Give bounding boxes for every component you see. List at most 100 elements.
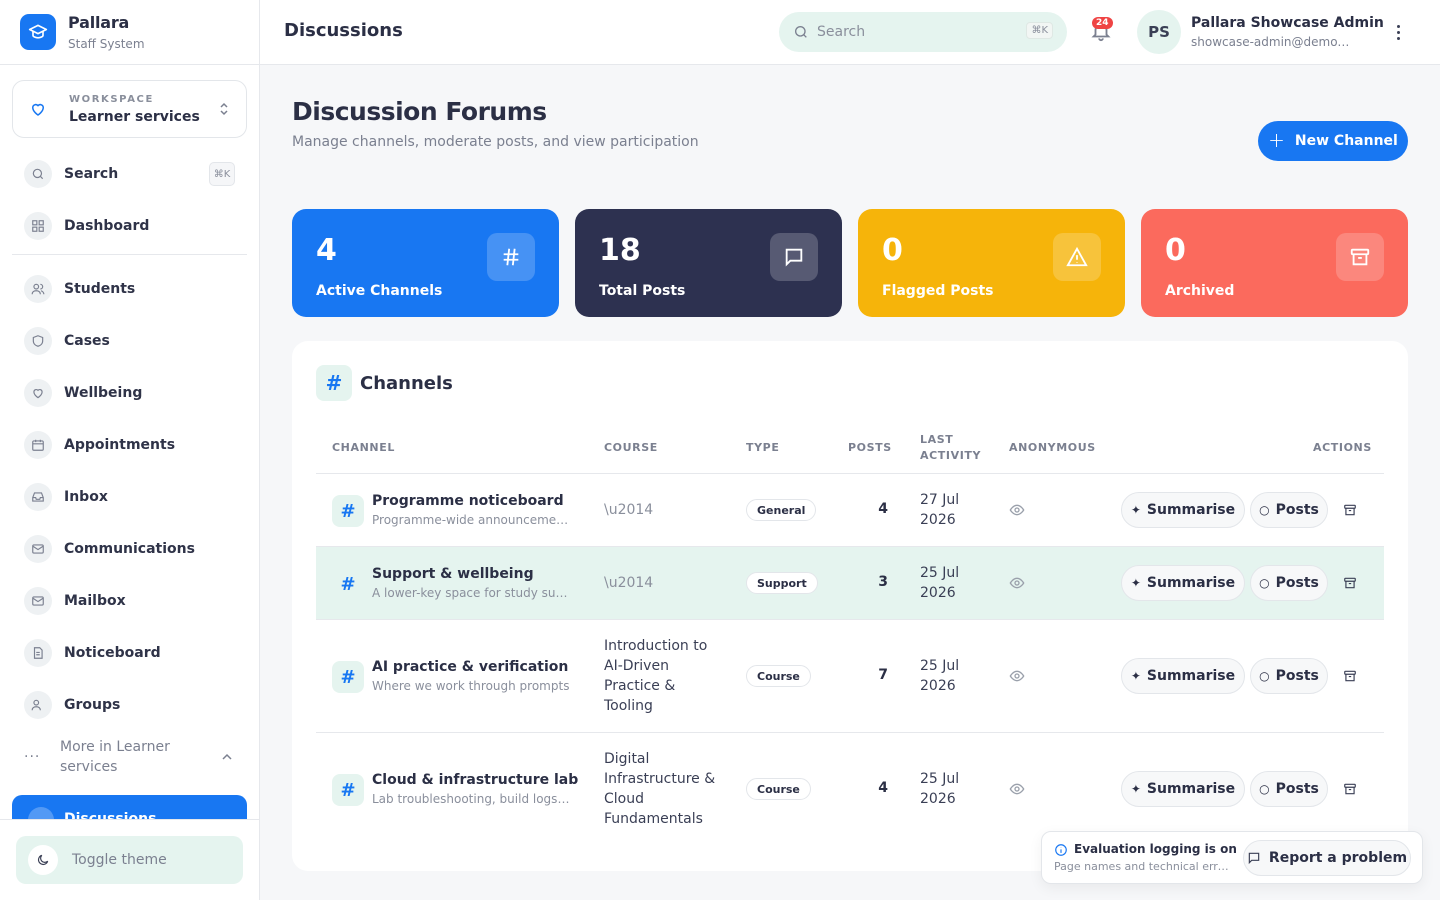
posts-label: Posts xyxy=(1275,781,1319,797)
table-row[interactable]: # Support & wellbeing A lower-key space … xyxy=(316,547,1384,620)
more-icon: ··· xyxy=(24,749,41,765)
archive-icon xyxy=(1336,233,1384,281)
summarise-button[interactable]: ✦ Summarise xyxy=(1121,658,1245,694)
last-activity: 25 Jul 2026 xyxy=(920,656,980,696)
section-title: Discussion Forums xyxy=(292,97,547,126)
sidebar-item-discussions[interactable]: Discussions xyxy=(12,795,247,819)
table-row[interactable]: # AI practice & verification Where we wo… xyxy=(316,620,1384,733)
sidebar-more-toggle[interactable]: ··· More in Learner services xyxy=(12,731,247,783)
column-header-posts: POSTS xyxy=(848,441,892,454)
channel-name[interactable]: Programme noticeboard xyxy=(372,493,564,509)
channel-name[interactable]: AI practice & verification xyxy=(372,659,568,675)
channel-course: Digital Infrastructure & Cloud Fundament… xyxy=(604,751,716,827)
posts-count: 4 xyxy=(878,780,888,796)
sidebar-item-search[interactable]: Search ⌘K xyxy=(12,148,247,200)
stat-value: 0 xyxy=(882,233,903,268)
info-icon xyxy=(1055,844,1067,856)
mail-icon xyxy=(24,587,52,615)
stat-label: Flagged Posts xyxy=(882,283,994,299)
hash-icon: # xyxy=(332,774,364,806)
topbar: Discussions Search ⌘K 24 PS Pallara Show… xyxy=(260,0,1440,65)
summarise-button[interactable]: ✦ Summarise xyxy=(1121,771,1245,807)
table-row[interactable]: # Programme noticeboard Programme-wide a… xyxy=(316,474,1384,547)
summarise-label: Summarise xyxy=(1146,502,1236,518)
notice-title: Evaluation logging is on xyxy=(1074,842,1237,856)
grid-icon xyxy=(24,212,52,240)
sidebar-item-label: Cases xyxy=(64,333,110,349)
stat-card-flagged-posts: 0 Flagged Posts xyxy=(858,209,1125,317)
summarise-button[interactable]: ✦ Summarise xyxy=(1121,492,1245,528)
sidebar-item-wellbeing[interactable]: Wellbeing xyxy=(12,367,247,419)
search-icon xyxy=(24,160,52,188)
toggle-theme-button[interactable]: Toggle theme xyxy=(16,836,243,884)
posts-count: 7 xyxy=(878,667,888,683)
sidebar-nav: Search ⌘K Dashboard Students Cases Wellb… xyxy=(12,148,247,783)
search-input[interactable]: Search ⌘K xyxy=(779,12,1067,52)
channels-panel: # Channels CHANNEL COURSE TYPE POSTS LAS… xyxy=(292,341,1408,871)
sidebar-item-label: Students xyxy=(64,281,136,297)
summarise-label: Summarise xyxy=(1146,575,1236,591)
type-badge: Course xyxy=(746,778,811,800)
notice-subtitle: Page names and technical errors are logg… xyxy=(1054,860,1230,873)
sidebar-item-label: Search xyxy=(64,166,119,182)
search-shortcut: ⌘K xyxy=(1026,22,1053,39)
table-row[interactable]: # Cloud & infrastructure lab Lab trouble… xyxy=(316,733,1384,846)
posts-label: Posts xyxy=(1275,668,1319,684)
column-header-last-activity: LAST ACTIVITY xyxy=(920,432,981,464)
sidebar-item-communications[interactable]: Communications xyxy=(12,523,247,575)
workspace-switcher[interactable]: WORKSPACE Learner services xyxy=(12,80,247,138)
column-header-anonymous: ANONYMOUS xyxy=(1009,441,1096,454)
more-options-icon[interactable] xyxy=(1390,22,1406,42)
posts-button[interactable]: ○ Posts xyxy=(1250,771,1328,807)
page-title: Discussions xyxy=(284,20,403,41)
sidebar-item-groups[interactable]: Groups xyxy=(12,679,247,731)
stat-label: Total Posts xyxy=(599,283,686,299)
sidebar-item-appointments[interactable]: Appointments xyxy=(12,419,247,471)
sidebar-item-label: Communications xyxy=(64,541,195,557)
channel-description: A lower-key space for study support xyxy=(372,586,572,600)
message-icon: ○ xyxy=(1259,576,1270,590)
sidebar-item-mailbox[interactable]: Mailbox xyxy=(12,575,247,627)
channel-name[interactable]: Cloud & infrastructure lab xyxy=(372,772,578,788)
calendar-icon xyxy=(24,431,52,459)
avatar[interactable]: PS xyxy=(1137,10,1181,54)
column-header-type: TYPE xyxy=(746,441,780,454)
archive-icon[interactable] xyxy=(1343,503,1357,517)
sidebar-item-dashboard[interactable]: Dashboard xyxy=(12,200,247,252)
eye-icon xyxy=(1009,504,1025,516)
archive-icon[interactable] xyxy=(1343,782,1357,796)
sidebar-item-noticeboard[interactable]: Noticeboard xyxy=(12,627,247,679)
sidebar: Pallara Staff System WORKSPACE Learner s… xyxy=(0,0,260,900)
sidebar-item-students[interactable]: Students xyxy=(12,263,247,315)
search-placeholder: Search xyxy=(817,24,866,40)
stat-card-active-channels: 4 Active Channels xyxy=(292,209,559,317)
hash-icon: # xyxy=(332,495,364,527)
column-header-actions: ACTIONS xyxy=(1313,441,1372,454)
sidebar-item-inbox[interactable]: Inbox xyxy=(12,471,247,523)
posts-label: Posts xyxy=(1275,575,1319,591)
last-activity: 27 Jul 2026 xyxy=(920,490,980,530)
sidebar-item-label: Groups xyxy=(64,697,121,713)
summarise-button[interactable]: ✦ Summarise xyxy=(1121,565,1245,601)
column-header-course: COURSE xyxy=(604,441,658,454)
summarise-label: Summarise xyxy=(1146,781,1236,797)
posts-button[interactable]: ○ Posts xyxy=(1250,565,1328,601)
type-badge: General xyxy=(746,499,817,521)
posts-button[interactable]: ○ Posts xyxy=(1250,658,1328,694)
sidebar-item-cases[interactable]: Cases xyxy=(12,315,247,367)
section-subtitle: Manage channels, moderate posts, and vie… xyxy=(292,134,699,150)
posts-button[interactable]: ○ Posts xyxy=(1250,492,1328,528)
archive-icon[interactable] xyxy=(1343,669,1357,683)
message-icon xyxy=(28,807,54,819)
report-problem-button[interactable]: Report a problem xyxy=(1243,840,1411,876)
stat-value: 0 xyxy=(1165,233,1186,268)
new-channel-button[interactable]: + New Channel xyxy=(1258,121,1408,161)
last-activity-year: 2026 xyxy=(920,512,956,528)
mail-icon xyxy=(24,535,52,563)
panel-title: Channels xyxy=(360,372,453,394)
channel-name[interactable]: Support & wellbeing xyxy=(372,566,534,582)
workspace-label: WORKSPACE xyxy=(69,93,154,105)
sidebar-item-label: Dashboard xyxy=(64,218,150,234)
archive-icon[interactable] xyxy=(1343,576,1357,590)
plus-icon: + xyxy=(1268,128,1285,152)
